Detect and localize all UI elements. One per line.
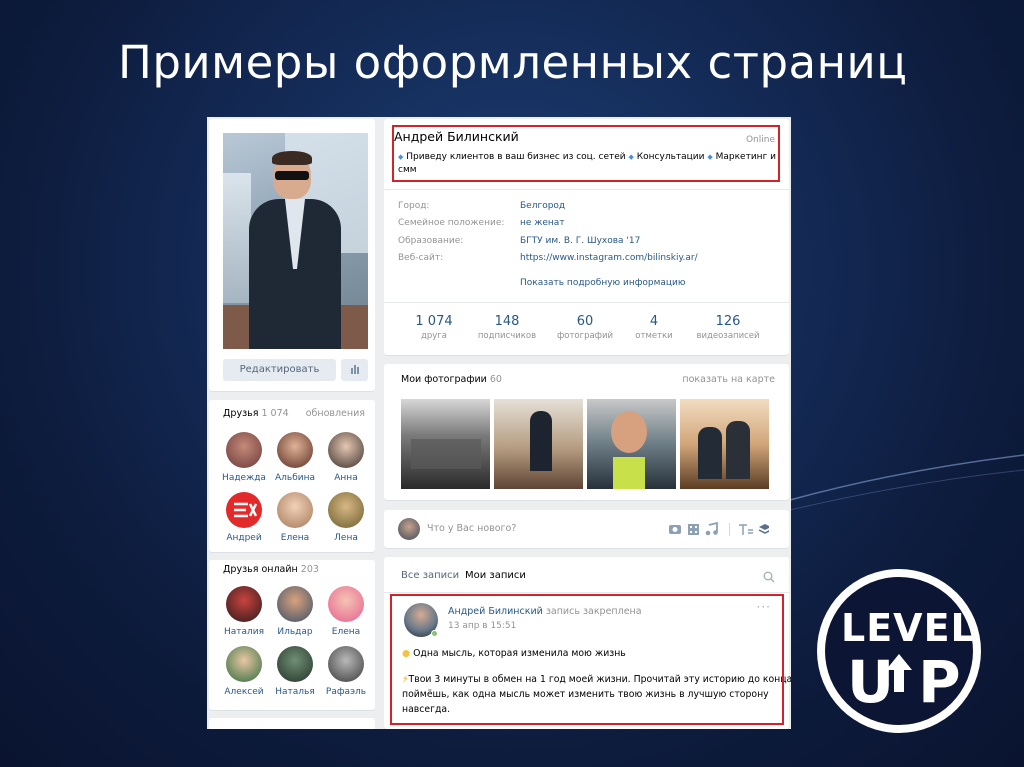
text-format-icon xyxy=(739,524,753,535)
logo-avatar-icon xyxy=(234,502,258,518)
info-value[interactable]: БГТУ им. В. Г. Шухова '17 xyxy=(520,236,640,246)
highlight-frame xyxy=(392,125,780,182)
friend-item[interactable]: Альбина xyxy=(270,432,320,483)
level-up-logo: LEVEL UP xyxy=(814,566,984,736)
info-value[interactable]: не женат xyxy=(520,218,565,228)
wall-card: Все записи Мои записи Андрей Билинский з… xyxy=(384,557,791,729)
friend-online-item[interactable]: Алексей xyxy=(219,646,269,697)
photo-thumbnail[interactable] xyxy=(680,399,769,489)
vk-profile-screenshot: Редактировать Друзья 1 074 обновления На… xyxy=(207,117,791,729)
info-value[interactable]: Белгород xyxy=(520,201,565,211)
friends-title[interactable]: Друзья xyxy=(223,408,258,419)
info-label: Веб-сайт: xyxy=(398,253,444,263)
friend-item[interactable]: Елена xyxy=(270,492,320,543)
show-more-link[interactable]: Показать подробную информацию xyxy=(520,278,685,288)
photo-thumbnail[interactable] xyxy=(401,399,490,489)
friend-online-item[interactable]: Ильдар xyxy=(270,586,320,637)
slide-title: Примеры оформленных страниц xyxy=(118,36,908,89)
friend-item[interactable]: Андрей xyxy=(219,492,269,543)
friends-online-title[interactable]: Друзья онлайн xyxy=(223,564,298,575)
show-on-map-link[interactable]: показать на карте xyxy=(682,374,775,385)
stat-friends[interactable]: 1 074 друга xyxy=(404,314,464,341)
website-link[interactable]: https://www.instagram.com/bilinskiy.ar/ xyxy=(520,253,698,263)
photos-title[interactable]: Мои фотографии xyxy=(401,374,487,385)
friend-online-item[interactable]: Наталья xyxy=(270,646,320,697)
photos-card: Мои фотографии 60 показать на карте xyxy=(384,364,789,500)
bar-chart-icon xyxy=(351,365,359,374)
music-icon xyxy=(705,522,718,536)
friends-count: 1 074 xyxy=(261,408,289,419)
composer-input[interactable]: Что у Вас нового? xyxy=(427,523,516,534)
friends-online-card: Друзья онлайн 203 Наталия Ильдар Елена А… xyxy=(209,560,375,710)
photos-count: 60 xyxy=(489,374,502,385)
stat-videos[interactable]: 126 видеозаписей xyxy=(688,314,768,341)
post-composer[interactable]: Что у Вас нового? xyxy=(384,510,789,548)
profile-info-card: Андрей Билинский Online ◆ Приведу клиент… xyxy=(384,119,789,355)
camera-icon xyxy=(669,525,681,534)
friend-item[interactable]: Лена xyxy=(321,492,371,543)
tab-all-posts[interactable]: Все записи xyxy=(401,570,459,581)
photo-thumbnail[interactable] xyxy=(494,399,583,489)
composer-icons xyxy=(669,522,769,536)
layers-icon xyxy=(758,524,769,534)
logo-text-up: UP xyxy=(847,648,985,716)
stat-followers[interactable]: 148 подписчиков xyxy=(472,314,542,341)
friends-updates-link[interactable]: обновления xyxy=(306,408,365,419)
stats-button[interactable] xyxy=(341,359,368,381)
user-avatar xyxy=(398,518,420,540)
info-label: Семейное положение: xyxy=(398,218,505,228)
search-icon[interactable] xyxy=(763,571,775,583)
stat-photos[interactable]: 60 фотографий xyxy=(550,314,620,341)
friends-online-count: 203 xyxy=(300,564,319,575)
friend-online-item[interactable]: Рафаэль xyxy=(321,646,371,697)
friends-card: Друзья 1 074 обновления Надежда Альбина … xyxy=(209,400,375,552)
info-label: Образование: xyxy=(398,236,464,246)
logo-text-level: LEVEL xyxy=(841,606,976,650)
stat-tags[interactable]: 4 отметки xyxy=(624,314,684,341)
friend-online-item[interactable]: Наталия xyxy=(219,586,269,637)
left-more-card xyxy=(209,718,375,729)
friend-online-item[interactable]: Елена xyxy=(321,586,371,637)
profile-photo[interactable] xyxy=(223,133,368,349)
highlight-frame xyxy=(390,594,784,725)
video-icon xyxy=(688,524,699,535)
avatar-card: Редактировать xyxy=(209,119,375,391)
tab-my-posts[interactable]: Мои записи xyxy=(465,570,526,581)
edit-profile-button[interactable]: Редактировать xyxy=(223,359,336,381)
info-label: Город: xyxy=(398,201,430,211)
friend-item[interactable]: Анна xyxy=(321,432,371,483)
friend-item[interactable]: Надежда xyxy=(219,432,269,483)
photo-thumbnail[interactable] xyxy=(587,399,676,489)
